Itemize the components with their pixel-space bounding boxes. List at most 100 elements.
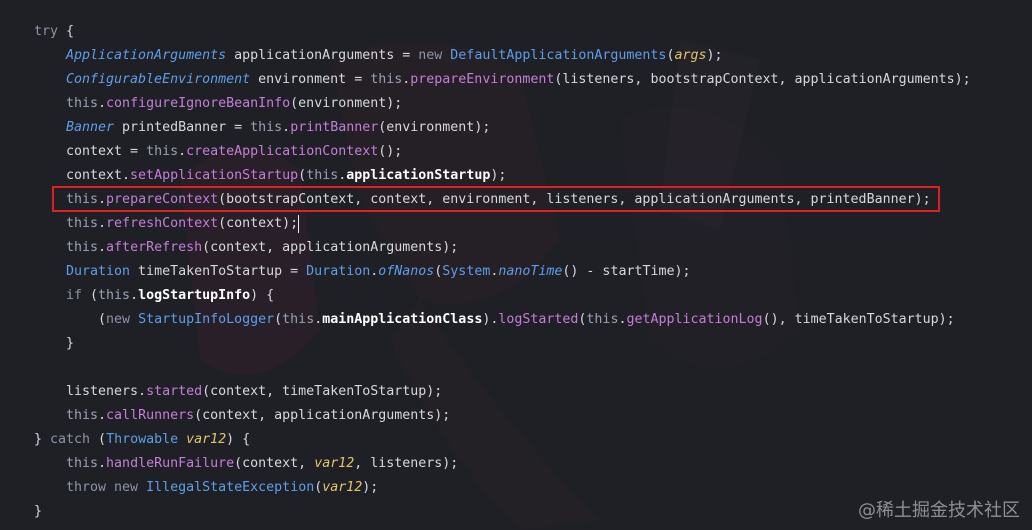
code-token: ( <box>298 168 307 183</box>
code-token: handleRunFailure <box>106 456 235 471</box>
code-token: ofNanos <box>378 264 435 279</box>
code-token: printBanner <box>290 120 379 135</box>
code-token: logStarted <box>498 312 579 327</box>
code-line[interactable]: context = this.createApplicationContext(… <box>66 140 402 164</box>
code-token: (listeners, bootstrapContext, applicatio… <box>554 72 971 87</box>
code-token: this <box>66 96 99 111</box>
code-token: catch <box>50 432 91 447</box>
code-token: ConfigurableEnvironment <box>66 72 251 87</box>
code-line[interactable]: this.afterRefresh(context, applicationAr… <box>66 236 458 260</box>
code-token: environment = <box>250 72 371 87</box>
code-token: this <box>66 216 99 231</box>
code-token: (); <box>378 144 403 159</box>
code-line[interactable]: if (this.logStartupInfo) { <box>66 284 274 308</box>
code-token: Banner <box>66 120 115 135</box>
code-token: try <box>34 24 59 39</box>
code-token: var12 <box>186 432 227 447</box>
code-token: (context); <box>218 216 299 231</box>
code-token: (context, applicationArguments); <box>202 240 459 255</box>
code-line[interactable]: context.setApplicationStartup(this.appli… <box>66 164 506 188</box>
code-token: ApplicationArguments <box>66 48 227 63</box>
code-token: applicationStartup <box>346 168 491 183</box>
code-token: afterRefresh <box>106 240 203 255</box>
code-token: new <box>114 480 139 495</box>
code-token: } <box>34 432 51 447</box>
code-token: . <box>98 216 107 231</box>
code-token: . <box>130 288 139 303</box>
code-line[interactable]: try { <box>34 20 74 44</box>
code-token: callRunners <box>106 408 195 423</box>
code-token: mainApplicationClass <box>322 312 483 327</box>
code-token: this <box>586 312 619 327</box>
code-token: Throwable <box>106 432 179 447</box>
code-token: , listeners); <box>354 456 459 471</box>
code-line[interactable]: Banner printedBanner = this.printBanner(… <box>66 116 490 140</box>
code-line[interactable]: Duration timeTakenToStartup = Duration.o… <box>66 260 691 284</box>
code-token: ( <box>90 432 107 447</box>
code-token: (environment); <box>378 120 491 135</box>
code-line[interactable]: (new StartupInfoLogger(this.mainApplicat… <box>98 308 955 332</box>
code-line[interactable]: this.configureIgnoreBeanInfo(environment… <box>66 92 402 116</box>
code-token: . <box>282 120 291 135</box>
code-token: ( <box>82 288 99 303</box>
code-token: listeners. <box>66 384 147 399</box>
code-token: DefaultApplicationArguments <box>450 48 667 63</box>
code-token: this <box>146 144 179 159</box>
code-token: started <box>146 384 203 399</box>
code-token: StartupInfoLogger <box>138 312 275 327</box>
code-token: this <box>370 72 403 87</box>
code-token: (), timeTakenToStartup); <box>762 312 955 327</box>
code-token: this <box>66 456 99 471</box>
code-token: ). <box>482 312 499 327</box>
code-token: context = <box>66 144 147 159</box>
code-token: new <box>418 48 443 63</box>
code-token: args <box>674 48 707 63</box>
code-token: this <box>66 408 99 423</box>
code-line[interactable]: listeners.started(context, timeTakenToSt… <box>66 380 442 404</box>
code-token: . <box>98 240 107 255</box>
code-token: . <box>98 456 107 471</box>
code-line[interactable]: ConfigurableEnvironment environment = th… <box>66 68 971 92</box>
code-token: new <box>106 312 131 327</box>
code-token: applicationArguments = <box>226 48 419 63</box>
code-token: (context, applicationArguments); <box>194 408 451 423</box>
code-token: ); <box>362 480 379 495</box>
code-line[interactable]: this.refreshContext(context); <box>66 212 298 236</box>
code-token: logStartupInfo <box>138 288 251 303</box>
code-token: prepareEnvironment <box>410 72 555 87</box>
code-token: configureIgnoreBeanInfo <box>106 96 291 111</box>
code-token: printedBanner = <box>114 120 251 135</box>
text-cursor <box>298 215 299 233</box>
code-token: ); <box>706 48 723 63</box>
code-token: throw <box>66 480 107 495</box>
code-token: var12 <box>322 480 363 495</box>
code-line[interactable]: } <box>66 332 74 356</box>
code-line[interactable]: this.callRunners(context, applicationArg… <box>66 404 450 428</box>
code-token: this <box>282 312 315 327</box>
code-token: this <box>66 240 99 255</box>
code-token: (context, timeTakenToStartup); <box>202 384 443 399</box>
code-line[interactable]: ApplicationArguments applicationArgument… <box>66 44 723 68</box>
code-token: () - startTime); <box>562 264 691 279</box>
code-token: (environment); <box>290 96 403 111</box>
code-line[interactable]: } <box>34 500 42 524</box>
code-token: ); <box>490 168 507 183</box>
code-line[interactable]: } catch (Throwable var12) { <box>34 428 250 452</box>
code-editor[interactable]: try {ApplicationArguments applicationArg… <box>0 0 1032 530</box>
code-token: this <box>250 120 283 135</box>
code-line[interactable]: throw new IllegalStateException(var12); <box>66 476 378 500</box>
code-token: } <box>34 504 43 519</box>
watermark: @稀土掘金技术社区 <box>858 500 1020 521</box>
code-token: ( <box>274 312 283 327</box>
code-token: Duration <box>66 264 131 279</box>
code-token: System <box>442 264 491 279</box>
code-token: . <box>178 144 187 159</box>
code-token: refreshContext <box>106 216 219 231</box>
code-token: (context, <box>234 456 315 471</box>
code-token: ) { <box>226 432 251 447</box>
code-line[interactable]: this.handleRunFailure(context, var12, li… <box>66 452 458 476</box>
code-token: this <box>98 288 131 303</box>
